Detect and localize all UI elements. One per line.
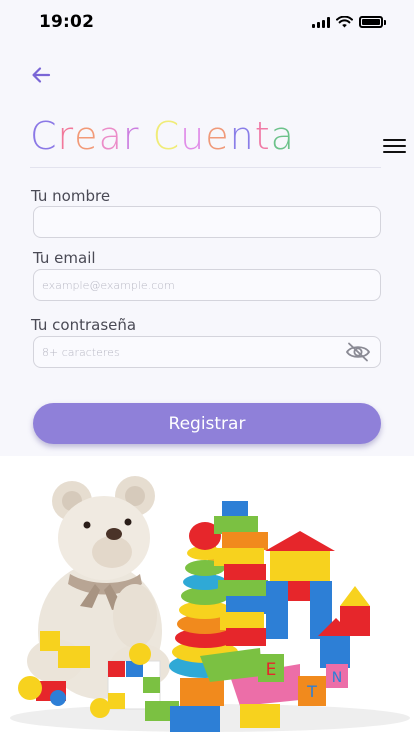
password-input[interactable] [33,336,381,368]
name-label: Tu nombre [31,187,111,205]
create-account-screen: 19:02 Crear Cuenta Tu nombre Tu email Tu… [0,0,414,736]
title-letter: e [74,114,99,158]
title-letter: a [270,114,295,158]
status-icons [312,16,386,28]
register-button[interactable]: Registrar [33,403,381,444]
toys-illustration: N E T [0,456,414,736]
title-letter: r [122,114,140,158]
title-divider [30,167,381,168]
email-input[interactable] [33,269,381,301]
wifi-icon [336,16,353,28]
title-letter [139,108,152,164]
title-letter: C [152,114,181,158]
title-letter: e [205,114,230,158]
svg-text:E: E [266,660,277,680]
status-time: 19:02 [39,12,95,32]
title-letter: r [57,114,75,158]
title-letter: t [254,114,271,158]
password-label: Tu contraseña [31,316,137,334]
title-letter: a [98,114,123,158]
email-label: Tu email [33,249,96,267]
title-letter: n [229,114,255,158]
back-arrow-icon[interactable] [30,64,52,86]
menu-icon[interactable] [383,139,406,155]
svg-text:T: T [306,682,317,701]
eye-slash-icon[interactable] [345,341,371,363]
name-input[interactable] [33,206,381,238]
page-title: Crear Cuenta [30,108,295,164]
battery-icon [359,16,386,28]
title-letter: C [30,114,58,158]
svg-text:N: N [332,670,342,686]
lego-tower-image [214,501,268,646]
signal-icon [312,16,330,28]
title-letter: u [180,114,206,158]
status-bar: 19:02 [0,0,414,44]
